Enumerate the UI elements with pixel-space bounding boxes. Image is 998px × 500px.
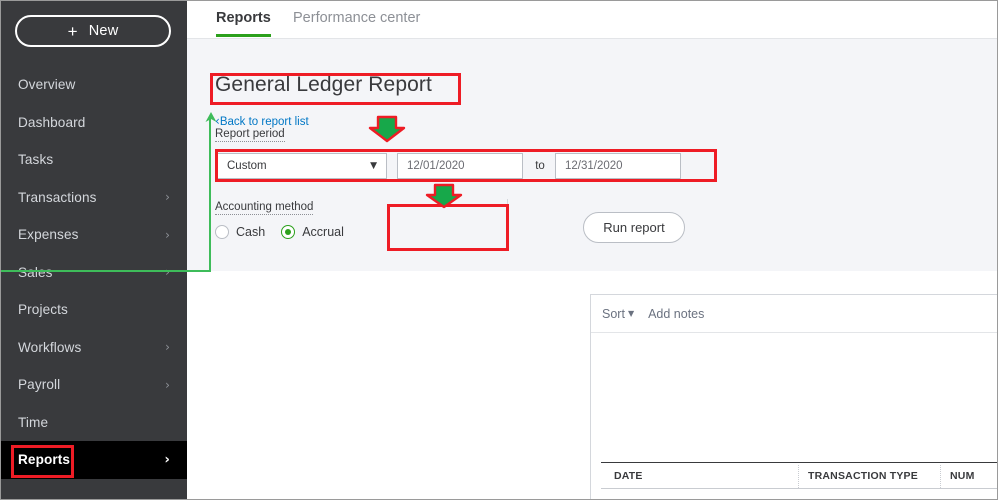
chevron-right-icon: ›	[165, 340, 170, 355]
date-from-input[interactable]: 12/01/2020	[397, 153, 523, 179]
radio-accrual[interactable]: Accrual	[281, 225, 344, 239]
sidebar-item-expenses[interactable]: Expenses ›	[1, 216, 187, 254]
radio-cash-label: Cash	[236, 225, 266, 239]
sidebar-item-reports[interactable]: Reports ›	[1, 441, 187, 479]
sidebar-item-label: Projects	[18, 302, 68, 318]
report-preview-card: Sort ▼ Add notes qbo advance trial Gener…	[590, 294, 997, 499]
chevron-down-icon: ▼	[370, 161, 377, 171]
radio-cash[interactable]: Cash	[215, 225, 265, 239]
new-button[interactable]: + New	[15, 15, 171, 47]
vertical-divider	[507, 199, 508, 245]
date-to-input[interactable]: 12/31/2020	[555, 153, 681, 179]
sidebar-item-label: Tasks	[18, 152, 54, 168]
accounting-method-label: Accounting method	[215, 201, 314, 215]
sidebar-item-projects[interactable]: Projects	[1, 291, 187, 329]
chevron-right-icon: ›	[165, 227, 170, 242]
sidebar-item-time[interactable]: Time	[1, 404, 187, 442]
sidebar-nav-list: Overview Dashboard Tasks Transactions › …	[1, 66, 187, 479]
sidebar-item-label: Overview	[18, 77, 76, 93]
report-toolbar: Sort ▼ Add notes	[591, 295, 997, 333]
report-period-label: Report period	[215, 128, 285, 142]
back-to-report-list-link[interactable]: ‹Back to report list	[215, 114, 309, 128]
sidebar-item-sales[interactable]: Sales ›	[1, 254, 187, 292]
back-link-label: Back to report list	[219, 116, 309, 128]
sidebar-item-label: Expenses	[18, 227, 79, 243]
new-button-label: New	[88, 23, 119, 39]
radio-accrual-label: Accrual	[302, 225, 344, 239]
plus-icon: +	[67, 21, 78, 41]
sidebar-item-transactions[interactable]: Transactions ›	[1, 179, 187, 217]
tab-performance-center[interactable]: Performance center	[293, 10, 420, 36]
sidebar-item-payroll[interactable]: Payroll ›	[1, 366, 187, 404]
report-period-select[interactable]: Custom ▼	[217, 153, 387, 179]
column-header-date: DATE	[614, 470, 643, 482]
sidebar-item-label: Time	[18, 414, 49, 430]
sidebar-item-label: Transactions	[18, 189, 97, 205]
date-range-to-label: to	[535, 160, 545, 172]
tab-reports[interactable]: Reports	[216, 10, 271, 37]
sidebar-item-tasks[interactable]: Tasks	[1, 141, 187, 179]
sidebar-item-workflows[interactable]: Workflows ›	[1, 329, 187, 367]
sort-button-label: Sort	[602, 306, 625, 321]
sidebar-item-label: Sales	[18, 264, 53, 280]
tab-bar: Reports Performance center	[187, 1, 997, 39]
accounting-method-radio-group: Cash Accrual	[215, 225, 344, 239]
sidebar-item-label: Workflows	[18, 339, 82, 355]
main-content: Reports Performance center General Ledge…	[187, 1, 997, 499]
chevron-right-icon: ›	[165, 265, 170, 280]
sort-button[interactable]: Sort ▼	[602, 307, 634, 321]
chevron-down-icon: ▼	[627, 309, 635, 318]
sidebar-item-label: Dashboard	[18, 114, 86, 130]
page-title: General Ledger Report	[215, 73, 432, 96]
sidebar-item-label: Payroll	[18, 377, 61, 393]
report-table-header: DATE TRANSACTION TYPE NUM NAME MEMO/DESC…	[601, 462, 997, 489]
column-divider	[940, 465, 941, 488]
radio-button-icon	[215, 225, 229, 239]
run-report-button[interactable]: Run report	[583, 212, 685, 243]
sidebar-item-label: Reports	[18, 452, 71, 468]
sidebar: + New Overview Dashboard Tasks Transacti…	[1, 1, 187, 499]
column-header-transaction-type: TRANSACTION TYPE	[808, 470, 918, 482]
add-notes-label: Add notes	[648, 306, 705, 321]
report-period-select-value: Custom	[227, 160, 267, 172]
sidebar-item-dashboard[interactable]: Dashboard	[1, 104, 187, 142]
add-notes-button[interactable]: Add notes	[648, 307, 704, 321]
radio-button-selected-icon	[281, 225, 296, 239]
chevron-right-icon: ›	[164, 452, 170, 468]
chevron-right-icon: ›	[165, 377, 170, 392]
chevron-right-icon: ›	[165, 190, 170, 205]
column-divider	[798, 465, 799, 488]
column-header-num: NUM	[950, 470, 975, 482]
quickbooks-reports-screen: + New Overview Dashboard Tasks Transacti…	[0, 0, 998, 500]
report-period-controls: Custom ▼ 12/01/2020 to 12/31/2020	[217, 153, 681, 179]
sidebar-item-overview[interactable]: Overview	[1, 66, 187, 104]
